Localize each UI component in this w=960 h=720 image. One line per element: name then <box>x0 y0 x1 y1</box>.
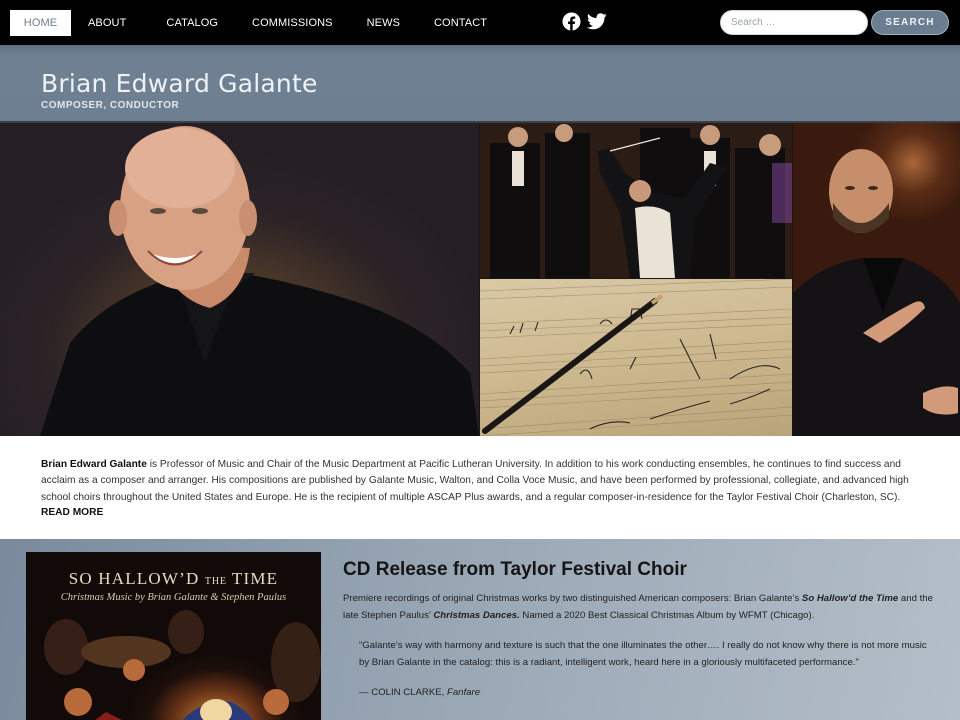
twitter-icon[interactable] <box>586 12 607 31</box>
intro-section: Brian Edward Galante is Professor of Mus… <box>0 436 960 539</box>
work-title-2: Christmas Dances. <box>433 610 520 621</box>
music-score-photo <box>480 279 792 436</box>
conductor-portrait-photo <box>793 123 960 436</box>
review-quote: “Galante’s way with harmony and texture … <box>359 640 927 668</box>
search-input[interactable] <box>720 10 868 35</box>
hero-collage <box>0 123 960 436</box>
top-navigation: HOME ABOUT CATALOG COMMISSIONS NEWS CONT… <box>0 0 960 45</box>
nav-item-catalog[interactable]: CATALOG <box>149 10 235 36</box>
feature-description: Premiere recordings of original Christma… <box>343 593 933 621</box>
nav-item-contact[interactable]: CONTACT <box>417 10 504 36</box>
nav-item-home[interactable]: HOME <box>10 10 71 36</box>
site-tagline: COMPOSER, CONDUCTOR <box>41 100 180 111</box>
site-header: Brian Edward Galante COMPOSER, CONDUCTOR <box>0 45 960 123</box>
main-menu: HOME ABOUT CATALOG COMMISSIONS NEWS CONT… <box>10 10 504 36</box>
nav-item-news[interactable]: NEWS <box>350 10 417 36</box>
nav-item-about[interactable]: ABOUT <box>71 10 143 36</box>
portrait-photo <box>0 123 479 436</box>
featured-release: SO HALLOW’D THE TIME Christmas Music by … <box>0 539 960 720</box>
publication-name: Fanfare <box>446 687 481 698</box>
site-title[interactable]: Brian Edward Galante <box>41 69 318 98</box>
quote-citation: — COLIN CLARKE, Fanfare <box>359 687 481 698</box>
work-title-1: So Hallow’d the Time <box>801 593 899 604</box>
album-title: SO HALLOW’D THE TIME <box>68 569 279 588</box>
nav-item-commissions[interactable]: COMMISSIONS <box>235 10 350 36</box>
search-button[interactable]: SEARCH <box>871 10 949 35</box>
intro-name: Brian Edward Galante <box>41 459 147 470</box>
facebook-icon[interactable] <box>562 12 581 31</box>
conducting-photo <box>480 123 792 278</box>
read-more-link[interactable]: READ MORE <box>41 507 103 518</box>
intro-paragraph: Brian Edward Galante is Professor of Mus… <box>41 457 921 506</box>
social-links <box>562 12 607 31</box>
feature-title[interactable]: CD Release from Taylor Festival Choir <box>343 559 687 581</box>
album-subtitle: Christmas Music by Brian Galante & Steph… <box>60 592 287 603</box>
album-cover[interactable]: SO HALLOW’D THE TIME Christmas Music by … <box>26 552 321 720</box>
intro-body: is Professor of Music and Chair of the M… <box>41 459 909 503</box>
